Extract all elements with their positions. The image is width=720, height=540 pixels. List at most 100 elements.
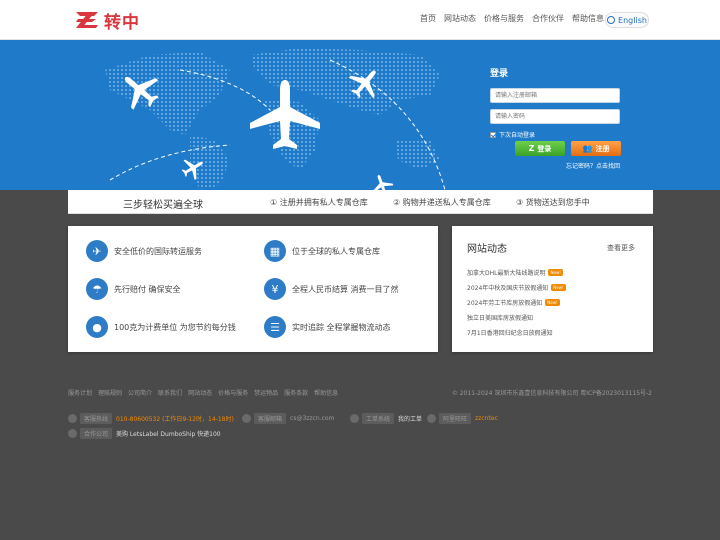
footer-links: 服务计划 理赔规则 公司简介 联系我们 网站动态 价格与服务 禁运物品 服务条款… [68, 388, 344, 397]
new-badge: New! [545, 299, 560, 306]
nav-help[interactable]: 帮助信息 [572, 13, 604, 24]
forgot-password-link[interactable]: 忘记密码？点击找回 [566, 161, 620, 170]
footer-link[interactable]: 公司简介 [128, 388, 152, 397]
mail-icon [242, 414, 251, 423]
footer-link[interactable]: 禁运物品 [254, 388, 278, 397]
ticket-icon [350, 414, 359, 423]
chat-icon [427, 414, 436, 423]
footer-link[interactable]: 联系我们 [158, 388, 182, 397]
main-nav: 首页 网站动态 价格与服务 合作伙伴 帮助信息 [420, 13, 612, 24]
ticket-system: 工单系统 我的工单 [350, 413, 422, 424]
news-item[interactable]: 7月1日香港回归纪念日放假通知 [467, 325, 566, 340]
remember-checkbox[interactable] [490, 131, 496, 138]
nav-partners[interactable]: 合作伙伴 [532, 13, 564, 24]
feature-text: 位于全球的私人专属仓库 [292, 246, 380, 256]
warehouse-icon: ▦ [264, 240, 286, 262]
footer-link[interactable]: 网站动态 [188, 388, 212, 397]
hotline-label: 客服热线 [80, 413, 113, 424]
ticket-label: 工单系统 [362, 413, 395, 424]
feature-text: 实时追踪 全程掌握物流动态 [292, 322, 391, 332]
steps-bar: 三步轻松买遍全球 ① 注册并拥有私人专属仓库 ② 购物并递送私人专属仓库 ③ 货… [68, 190, 653, 214]
feature-item: ¥ 全程人民币结算 消费一目了然 [264, 278, 399, 300]
feature-text: 全程人民币结算 消费一目了然 [292, 284, 399, 294]
rmb-icon: ¥ [264, 278, 286, 300]
news-more-link[interactable]: 查看更多 [607, 243, 635, 253]
remember-label: 下次自动登录 [499, 132, 536, 139]
nav-home[interactable]: 首页 [420, 13, 436, 24]
wangwang-value[interactable]: zzcntec [475, 415, 498, 422]
feature-item: ☂ 先行赔付 确保安全 [86, 278, 181, 300]
hotline-value: 010-80600532 (工作日9-12时，14-18时) [116, 416, 234, 423]
logo-mark-icon [74, 10, 100, 30]
step-2: ② 购物并递送私人专属仓库 [393, 198, 491, 207]
plane-icon: ✈ [86, 240, 108, 262]
register-button-label: 注册 [595, 144, 610, 153]
footer-link[interactable]: 帮助信息 [314, 388, 338, 397]
footer-link[interactable]: 理赔规则 [98, 388, 122, 397]
email-value[interactable]: cs@3zzcn.com [290, 415, 334, 422]
service-email: 客服邮箱 cs@3zzcn.com [242, 413, 334, 424]
news-item[interactable]: 加拿大DHL最新大陆线路说明 New! [467, 265, 566, 280]
news-item-text: 2024年中秋及国庆节放假通知 [467, 285, 549, 292]
news-item[interactable]: 独立日美国库房放假通知 [467, 310, 566, 325]
piggy-bank-icon: ● [86, 316, 108, 338]
features-panel: ✈ 安全低价的国际转运服务 ▦ 位于全球的私人专属仓库 ☂ 先行赔付 确保安全 … [68, 226, 438, 352]
login-button-label: 登录 [537, 144, 552, 153]
ticket-link[interactable]: 我的工单 [398, 414, 422, 423]
globe-icon [607, 16, 616, 24]
wangwang-label: 阿里旺旺 [439, 413, 472, 424]
logo[interactable]: 转中 [74, 9, 140, 33]
feature-item: ▦ 位于全球的私人专属仓库 [264, 240, 380, 262]
remember-me[interactable]: 下次自动登录 [490, 130, 622, 139]
footer-link[interactable]: 服务条款 [284, 388, 308, 397]
umbrella-icon: ☂ [86, 278, 108, 300]
nav-pricing[interactable]: 价格与服务 [484, 13, 524, 24]
step-1: ① 注册并拥有私人专属仓库 [270, 198, 368, 207]
nav-news[interactable]: 网站动态 [444, 13, 476, 24]
new-badge: New! [548, 269, 563, 276]
news-item-text: 7月1日香港回归纪念日放假通知 [467, 330, 553, 337]
step-3: ③ 货物送达到您手中 [516, 198, 590, 207]
copyright: © 2011-2024 深圳市乐鑫壹信息科技有限公司 粤ICP备20230131… [451, 390, 652, 397]
email-label: 客服邮箱 [254, 413, 287, 424]
feature-text: 先行赔付 确保安全 [114, 284, 181, 294]
partners: 合作公司 美购 LetsLabel DumboShip 快递100 [68, 428, 221, 439]
language-label: English [618, 15, 647, 25]
news-panel: 网站动态 查看更多 加拿大DHL最新大陆线路说明 New! 2024年中秋及国庆… [452, 226, 653, 352]
header: 转中 首页 网站动态 价格与服务 合作伙伴 帮助信息 English [0, 0, 720, 40]
feature-item: ✈ 安全低价的国际转运服务 [86, 240, 202, 262]
feature-text: 安全低价的国际转运服务 [114, 246, 202, 256]
partners-icon [68, 429, 77, 438]
hotline: 客服热线 010-80600532 (工作日9-12时，14-18时) [68, 413, 234, 424]
news-item[interactable]: 2024年中秋及国庆节放假通知 New! [467, 280, 566, 295]
feature-item: ● 100克为计费单位 为您节约每分钱 [86, 316, 236, 338]
partners-label: 合作公司 [80, 428, 113, 439]
news-title: 网站动态 [467, 244, 507, 255]
footer-link[interactable]: 服务计划 [68, 388, 92, 397]
news-item-text: 加拿大DHL最新大陆线路说明 [467, 270, 546, 277]
footer-link[interactable]: 价格与服务 [218, 388, 248, 397]
feature-text: 100克为计费单位 为您节约每分钱 [114, 322, 236, 332]
logo-z-icon: Z [528, 144, 535, 153]
news-item-text: 2024年劳工节库房放假通知 [467, 300, 543, 307]
new-badge: New! [551, 284, 566, 291]
news-item-text: 独立日美国库房放假通知 [467, 315, 534, 322]
logo-text: 转中 [104, 12, 140, 33]
users-icon: 👥 [582, 144, 593, 153]
wangwang: 阿里旺旺 zzcntec [427, 413, 498, 424]
news-item[interactable]: 2024年劳工节库房放假通知 New! [467, 295, 566, 310]
login-button[interactable]: Z 登录 [515, 141, 565, 156]
password-input[interactable] [490, 109, 620, 124]
register-button[interactable]: 👥 注册 [571, 141, 621, 156]
feature-item: ☰ 实时追踪 全程掌握物流动态 [264, 316, 391, 338]
phone-icon [68, 414, 77, 423]
login-form: 登录 下次自动登录 Z 登录 👥 注册 忘记密码？点击找回 [490, 66, 622, 170]
steps-headline: 三步轻松买遍全球 [123, 200, 203, 211]
language-switch[interactable]: English [605, 12, 649, 28]
login-actions: Z 登录 👥 注册 [515, 141, 621, 156]
news-list: 加拿大DHL最新大陆线路说明 New! 2024年中秋及国庆节放假通知 New!… [467, 265, 566, 340]
footer: 服务计划 理赔规则 公司简介 联系我们 网站动态 价格与服务 禁运物品 服务条款… [0, 380, 720, 540]
partners-value[interactable]: 美购 LetsLabel DumboShip 快递100 [116, 429, 221, 438]
tracking-icon: ☰ [264, 316, 286, 338]
email-input[interactable] [490, 88, 620, 103]
